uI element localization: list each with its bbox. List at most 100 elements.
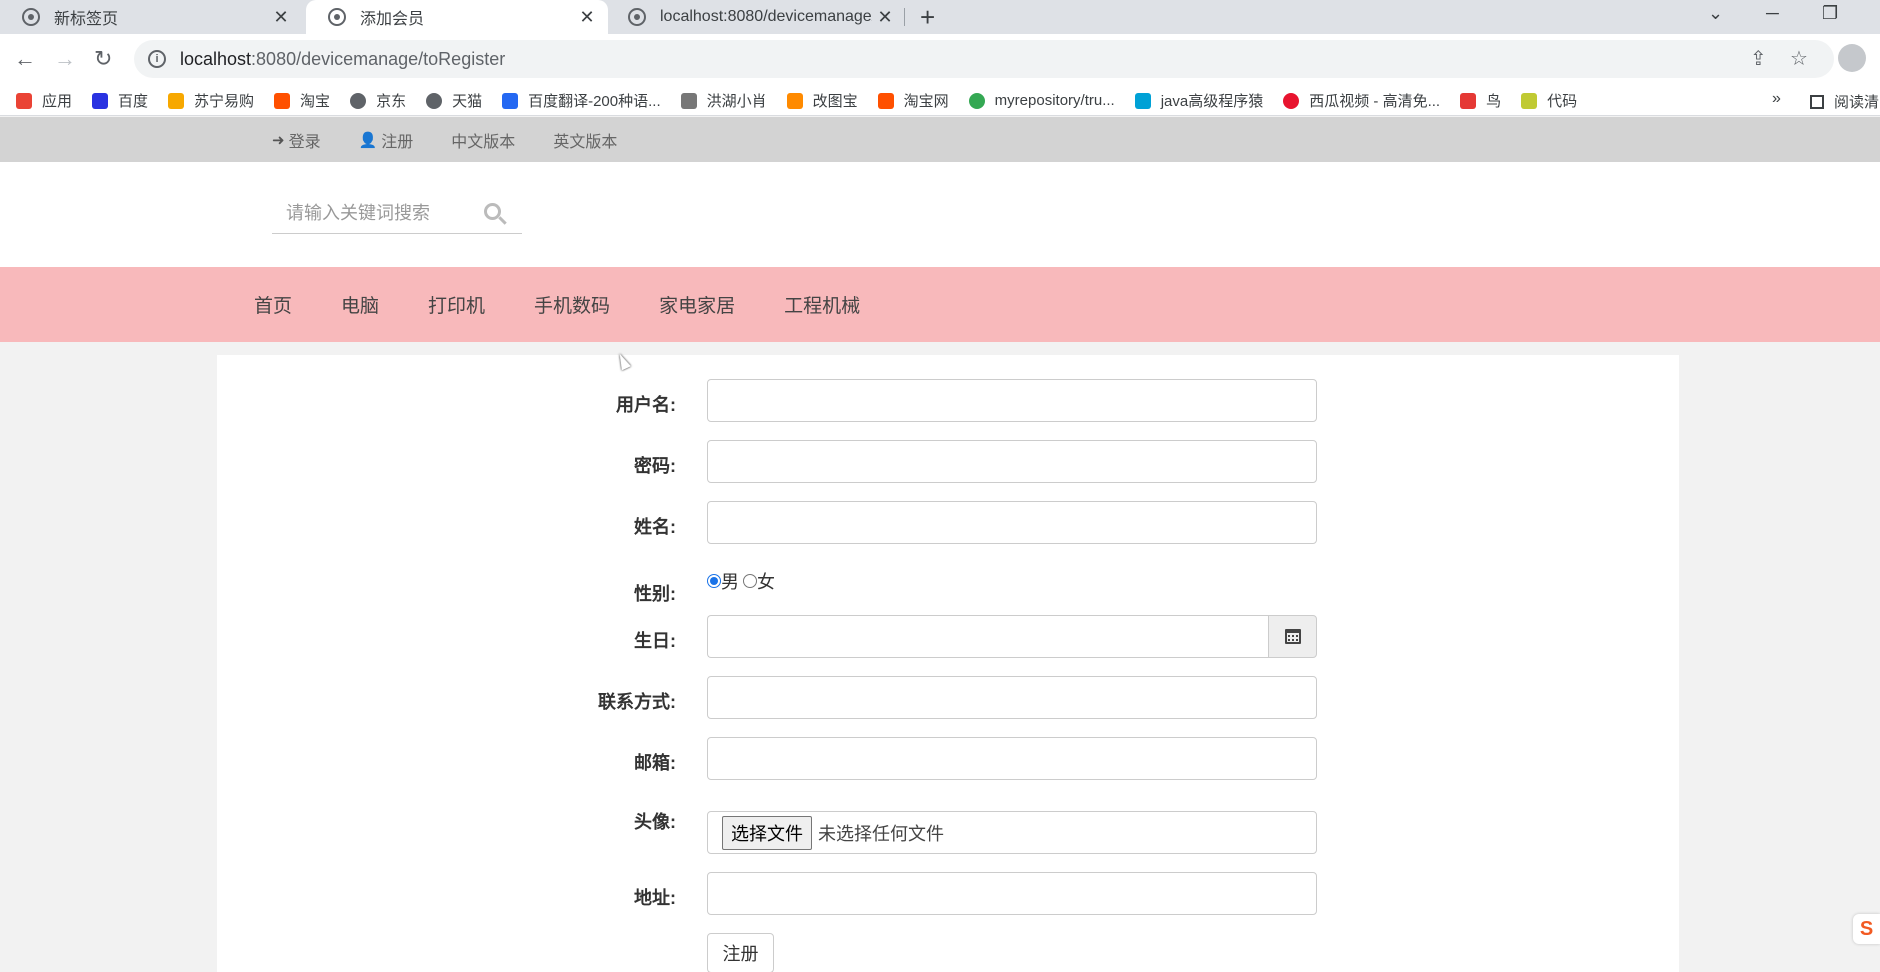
contact-input[interactable]: [707, 676, 1317, 719]
close-icon[interactable]: ✕: [268, 7, 294, 28]
contact-label: 联系方式:: [598, 692, 676, 712]
category-link[interactable]: 首页: [254, 291, 292, 318]
address-bar[interactable]: i localhost:8080/devicemanage/toRegister…: [134, 40, 1834, 78]
search-icon[interactable]: [484, 202, 507, 225]
gender-label: 性别:: [634, 584, 676, 604]
bookmark-label: 百度: [118, 93, 149, 110]
category-link[interactable]: 手机数码: [534, 291, 610, 318]
bookmark-item[interactable]: 苏宁易购: [168, 90, 254, 111]
url-path: :8080/devicemanage/toRegister: [251, 48, 506, 69]
tab-title: 新标签页: [54, 11, 119, 28]
top-link-label: 英文版本: [553, 133, 618, 151]
address-input[interactable]: [707, 872, 1317, 915]
baidu-icon: [92, 92, 109, 109]
bookmark-item[interactable]: 天猫: [426, 90, 482, 111]
tab-separator: [904, 8, 905, 26]
top-link-label: 注册: [381, 133, 414, 151]
browser-toolbar: ← → ↻ i localhost:8080/devicemanage/toRe…: [0, 34, 1880, 86]
tab-title: localhost:8080/devicemanage/: [660, 8, 872, 25]
category-link[interactable]: 电脑: [341, 291, 379, 318]
password-input[interactable]: [707, 440, 1317, 483]
bookmark-item[interactable]: 改图宝: [786, 90, 858, 111]
name-input[interactable]: [707, 501, 1317, 544]
top-link-2[interactable]: 中文版本: [451, 128, 515, 152]
reading-list-label: 阅读清: [1834, 94, 1880, 111]
bookmark-label: 淘宝网: [903, 93, 949, 110]
info-icon[interactable]: i: [148, 50, 166, 68]
bookmarks-more-icon[interactable]: »: [1772, 90, 1781, 108]
category-link[interactable]: 打印机: [428, 291, 485, 318]
globe-icon: [426, 92, 443, 109]
bookmark-item[interactable]: 京东: [350, 90, 406, 111]
top-link-3[interactable]: 英文版本: [553, 128, 617, 152]
bookmark-label: myrepository/tru...: [994, 92, 1115, 109]
birthday-input[interactable]: [707, 615, 1268, 658]
close-icon[interactable]: ✕: [872, 7, 898, 28]
bookmark-label: 苏宁易购: [194, 93, 255, 110]
bookmark-item[interactable]: 淘宝: [274, 90, 330, 111]
globe-icon: [350, 92, 367, 109]
register-submit-button[interactable]: 注册: [707, 933, 774, 972]
username-label: 用户名:: [616, 395, 676, 415]
login-icon: ➜: [272, 131, 285, 149]
calendar-button[interactable]: [1268, 615, 1317, 658]
category-nav: 首页 电脑 打印机 手机数码 家电家居 工程机械: [0, 267, 1880, 342]
bookmark-item[interactable]: 代码: [1521, 90, 1577, 111]
feather-icon: [680, 92, 697, 109]
translate-icon: [502, 92, 519, 109]
bookmark-item[interactable]: java高级程序猿: [1134, 90, 1264, 111]
tab-search-icon[interactable]: ⌄: [1708, 3, 1723, 24]
url-host: localhost: [180, 48, 252, 69]
chrome-icon: [22, 8, 40, 26]
top-link-label: 登录: [288, 133, 321, 151]
category-link[interactable]: 家电家居: [659, 291, 735, 318]
category-link[interactable]: 工程机械: [784, 291, 860, 318]
username-input[interactable]: [707, 379, 1317, 422]
chrome-icon: [968, 92, 985, 109]
address-label: 地址:: [634, 888, 676, 908]
bookmark-label: 改图宝: [812, 93, 858, 110]
profile-avatar-icon[interactable]: [1838, 44, 1866, 72]
password-label: 密码:: [634, 456, 676, 476]
side-floating-icon[interactable]: S: [1853, 914, 1880, 944]
reading-list-icon: [1810, 94, 1824, 109]
bookmark-item[interactable]: 洪湖小肖: [680, 90, 767, 111]
share-icon[interactable]: ⇪: [1750, 46, 1767, 71]
bookmark-item[interactable]: 百度翻译-200种语...: [502, 90, 661, 111]
bookmark-item[interactable]: 百度: [92, 90, 148, 111]
reading-list-button[interactable]: 阅读清: [1810, 91, 1879, 112]
email-input[interactable]: [707, 737, 1317, 780]
bookmark-item[interactable]: 应用: [16, 90, 72, 111]
star-icon[interactable]: ☆: [1790, 46, 1808, 71]
tab-new-tab[interactable]: 新标签页 ✕: [0, 0, 302, 34]
forward-icon[interactable]: →: [54, 46, 76, 72]
file-status-text: 未选择任何文件: [818, 823, 944, 844]
avatar-file-input: 选择文件 未选择任何文件: [707, 811, 1317, 854]
site-top-bar: ➜ 登录 👤 注册 中文版本 英文版本: [0, 117, 1880, 162]
calendar-icon: [1284, 629, 1301, 644]
gender-female-radio[interactable]: [743, 574, 757, 588]
search-input[interactable]: [272, 203, 472, 224]
top-link-0[interactable]: ➜ 登录: [272, 128, 321, 152]
bookmark-label: 洪湖小肖: [706, 93, 767, 110]
back-icon[interactable]: ←: [14, 46, 36, 72]
browser-tab-bar: 新标签页 ✕ 添加会员 ✕ localhost:8080/devicemanag…: [0, 0, 1880, 34]
bookmarks-bar: 应用 百度 苏宁易购 淘宝 京东 天猫 百度翻译-200种语... 洪湖小肖 改图宝 淘宝网 myr…: [0, 86, 1880, 116]
choose-file-button[interactable]: 选择文件: [722, 815, 812, 850]
tab-add-member[interactable]: 添加会员 ✕: [306, 0, 608, 34]
bookmark-item[interactable]: 鸟: [1460, 90, 1501, 111]
top-link-1[interactable]: 👤 注册: [359, 128, 414, 152]
bookmark-item[interactable]: myrepository/tru...: [968, 92, 1115, 109]
new-tab-icon[interactable]: +: [920, 2, 935, 33]
close-icon[interactable]: ✕: [574, 7, 600, 28]
restore-icon[interactable]: ❐: [1822, 3, 1838, 24]
bookmark-label: java高级程序猿: [1160, 93, 1264, 110]
user-icon: 👤: [358, 131, 378, 149]
tab-title: 添加会员: [360, 11, 425, 28]
bookmark-item[interactable]: 淘宝网: [877, 90, 949, 111]
tab-localhost[interactable]: localhost:8080/devicemanage/ ✕: [606, 0, 906, 34]
bookmark-item[interactable]: 西瓜视频 - 高清免...: [1283, 90, 1440, 111]
gender-male-radio[interactable]: [707, 574, 721, 588]
reload-icon[interactable]: ↻: [94, 46, 112, 72]
minimize-icon[interactable]: ─: [1766, 3, 1779, 24]
